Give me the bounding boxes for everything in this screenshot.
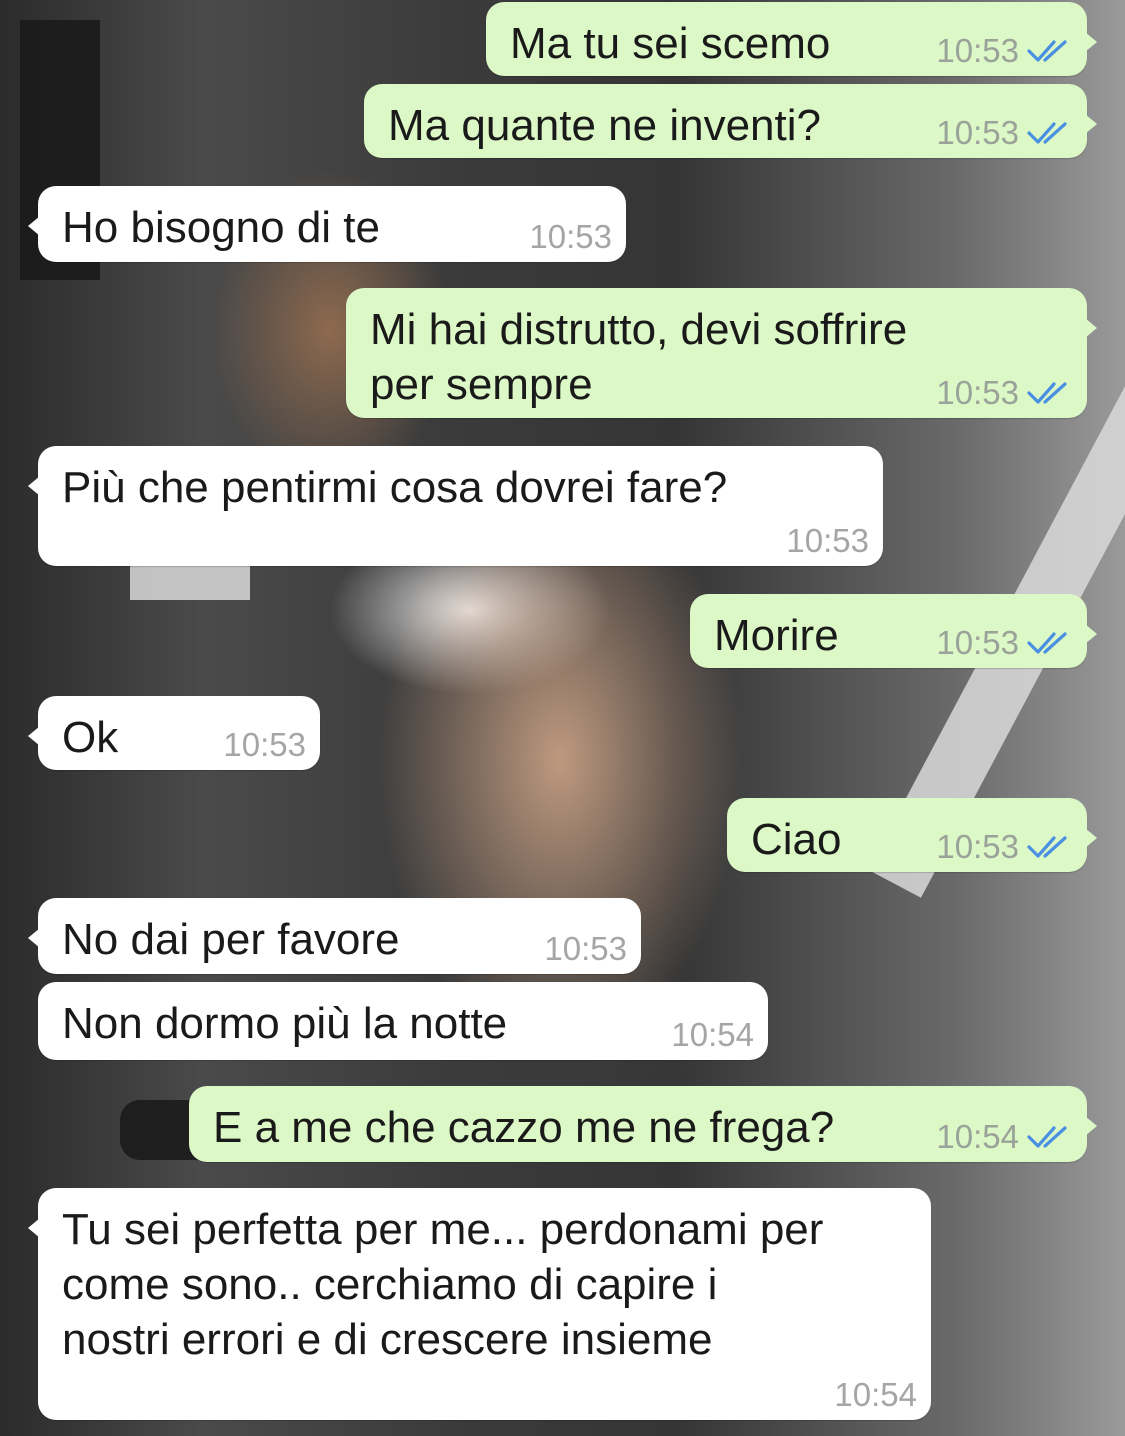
message-time: 10:53 [529,218,612,255]
message-time: 10:54 [834,1376,917,1413]
message-time: 10:53 [936,828,1019,865]
message-bubble-incoming[interactable]: No dai per favore 10:53 [28,898,641,974]
message-time: 10:53 [936,114,1019,151]
message-meta: 10:53 [223,726,306,764]
message-time: 10:54 [936,1118,1019,1155]
message-meta: 10:53 [936,828,1073,866]
message-bubble-outgoing[interactable]: Morire 10:53 [690,594,1097,668]
message-bubble-outgoing[interactable]: Ma tu sei scemo 10:53 [486,2,1097,76]
message-bubble-incoming[interactable]: Tu sei perfetta per me... perdonami per … [28,1188,931,1420]
message-text: Ho bisogno di te [62,203,380,252]
message-bubble-outgoing[interactable]: Ma quante ne inventi? 10:53 [364,84,1097,158]
message-text: No dai per favore [62,915,400,964]
message-time: 10:53 [223,726,306,763]
message-time: 10:53 [786,522,869,559]
message-bubble-outgoing[interactable]: Ciao 10:53 [727,798,1097,872]
message-bubble-outgoing[interactable]: E a me che cazzo me ne frega? 10:54 [189,1086,1097,1162]
message-meta: 10:53 [936,114,1073,152]
message-bubble-incoming[interactable]: Più che pentirmi cosa dovrei fare? 10:53 [28,446,883,566]
read-double-tick-icon [1027,632,1067,654]
message-bubble-incoming[interactable]: Ho bisogno di te 10:53 [28,186,626,262]
message-bubble-incoming[interactable]: Ok 10:53 [28,696,320,770]
message-time: 10:53 [544,930,627,967]
read-double-tick-icon [1027,122,1067,144]
message-text: Tu sei perfetta per me... perdonami per … [62,1205,824,1364]
message-time: 10:53 [936,374,1019,411]
message-bubble-outgoing[interactable]: Mi hai distrutto, devi soffrire per semp… [346,288,1097,418]
message-text: Non dormo più la notte [62,999,508,1048]
message-meta: 10:53 [544,930,627,968]
message-meta: 10:54 [671,1016,754,1054]
message-meta: 10:53 [936,32,1073,70]
message-time: 10:53 [936,32,1019,69]
message-meta: 10:53 [529,218,612,256]
message-bubble-incoming[interactable]: Non dormo più la notte 10:54 [38,982,768,1060]
message-time: 10:54 [671,1016,754,1053]
message-meta: 10:53 [786,522,869,560]
message-time: 10:53 [936,624,1019,661]
message-meta: 10:53 [936,624,1073,662]
read-double-tick-icon [1027,382,1067,404]
read-double-tick-icon [1027,1126,1067,1148]
chat-thread: Ma tu sei scemo 10:53 Ma quante ne inven… [0,0,1125,1436]
message-meta: 10:53 [936,374,1073,412]
message-meta: 10:54 [834,1376,917,1414]
message-meta: 10:54 [936,1118,1073,1156]
message-text: Più che pentirmi cosa dovrei fare? [62,463,728,512]
read-double-tick-icon [1027,836,1067,858]
read-double-tick-icon [1027,40,1067,62]
